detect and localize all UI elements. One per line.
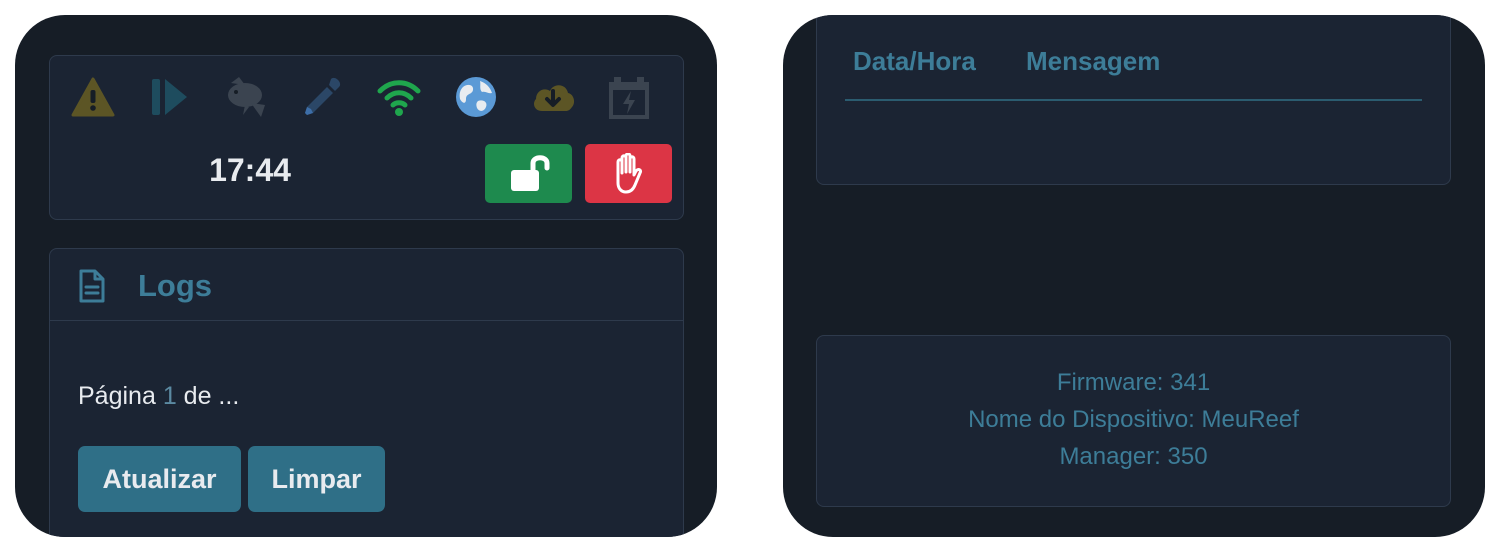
column-header-message[interactable]: Mensagem xyxy=(1026,46,1160,77)
unlock-icon xyxy=(510,154,549,191)
play-step-icon xyxy=(144,72,194,122)
device-screen-right: Data/Hora Mensagem Firmware: 341 Nome do… xyxy=(783,15,1485,537)
warning-icon xyxy=(68,72,118,122)
document-icon xyxy=(78,268,106,309)
globe-icon xyxy=(451,72,501,122)
column-header-datetime[interactable]: Data/Hora xyxy=(853,46,976,77)
device-name: Nome do Dispositivo: MeuReef xyxy=(968,406,1299,433)
manager-version: Manager: 350 xyxy=(1059,443,1208,470)
log-table-panel: Data/Hora Mensagem xyxy=(816,15,1451,185)
firmware-version: Firmware: 341 xyxy=(1056,369,1211,396)
wifi-icon xyxy=(374,72,424,122)
battery-charging-icon xyxy=(604,72,654,122)
device-screen-left: 17:44 Logs Página 1 de ... Atualizar Lim… xyxy=(15,15,717,537)
unlock-button[interactable] xyxy=(485,144,572,203)
hand-stop-icon xyxy=(616,152,642,193)
clock-time: 17:44 xyxy=(209,152,291,188)
logs-header: Logs xyxy=(50,249,683,321)
page-prefix: Página xyxy=(78,382,156,410)
pagination-info: Página 1 de ... xyxy=(78,382,239,411)
cloud-download-icon xyxy=(528,72,578,122)
status-panel: 17:44 xyxy=(49,55,684,220)
current-page-link[interactable]: 1 xyxy=(163,382,177,410)
logs-title: Logs xyxy=(138,268,213,303)
stop-hand-button[interactable] xyxy=(585,144,672,203)
page-suffix: de ... xyxy=(183,382,240,410)
device-info-panel: Firmware: 341 Nome do Dispositivo: MeuRe… xyxy=(816,335,1451,507)
clear-button[interactable]: Limpar xyxy=(248,446,385,512)
refresh-button[interactable]: Atualizar xyxy=(78,446,241,512)
logs-panel: Logs Página 1 de ... Atualizar Limpar xyxy=(49,248,684,537)
status-icon-row xyxy=(68,72,668,122)
fish-icon xyxy=(221,72,271,122)
dropper-icon xyxy=(298,72,348,122)
table-header-divider xyxy=(845,99,1422,101)
